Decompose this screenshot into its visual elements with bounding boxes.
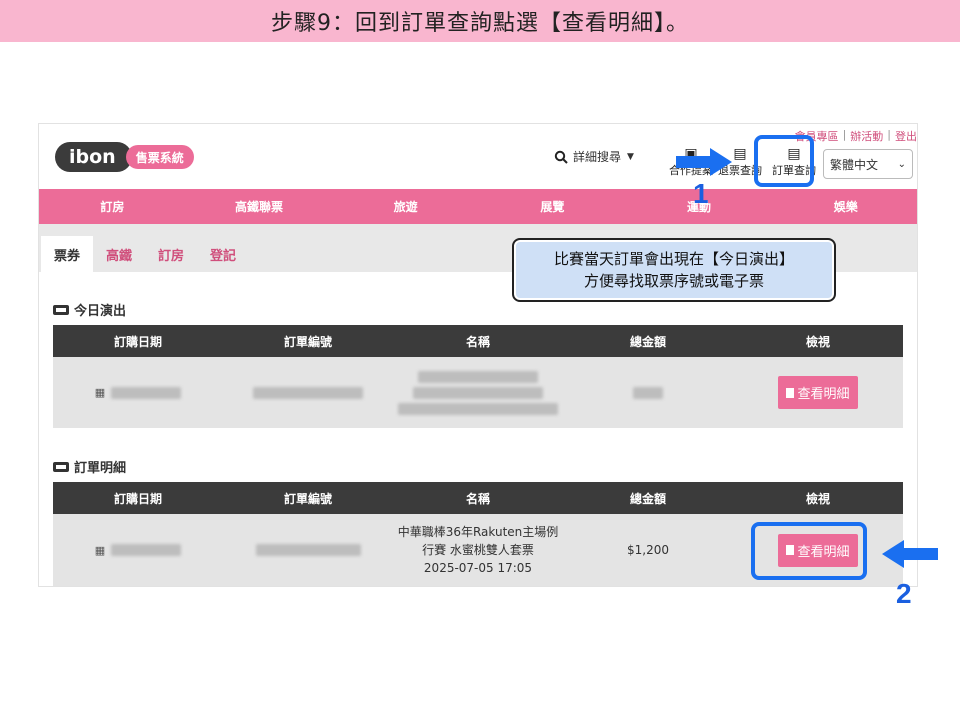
caret-down-icon: ▼ [627, 151, 634, 162]
step-number-1: 1 [693, 178, 709, 209]
document-icon [786, 387, 795, 398]
nav-hsr-combo[interactable]: 高鐵聯票 [186, 198, 333, 215]
col-order-number: 訂單編號 [283, 334, 332, 349]
order-tabs: 票券 高鐵 訂房 登記 [41, 236, 249, 272]
logo-wordmark: ibon [55, 142, 132, 172]
ibon-screenshot: ibon 售票系統 詳細搜尋 ▼ 會員專區| 辦活動| 登出 ▣ 合作提案 [38, 123, 918, 587]
col-order-date: 訂購日期 [113, 334, 162, 349]
today-section-title: 今日演出 [53, 300, 126, 319]
view-details-highlight [751, 522, 867, 580]
order-date-cell: ▦ [53, 544, 223, 557]
language-select[interactable]: 繁體中文 ⌄ [823, 149, 913, 179]
col-view: 檢視 [805, 334, 830, 349]
nav-hotel[interactable]: 訂房 [39, 198, 186, 215]
col-order-date: 訂購日期 [113, 491, 162, 506]
calendar-icon: ▦ [94, 386, 106, 399]
today-view-cell: 查看明細 [733, 376, 903, 409]
ibon-logo[interactable]: ibon 售票系統 [55, 142, 194, 172]
order-number-cell [223, 544, 393, 556]
main-nav: 訂房 高鐵聯票 旅遊 展覽 運動 娛樂 [39, 189, 917, 224]
today-view-details-button[interactable]: 查看明細 [778, 376, 858, 409]
today-order-number-cell [223, 386, 393, 399]
tab-register[interactable]: 登記 [197, 236, 249, 272]
logout-link[interactable]: 登出 [895, 128, 917, 144]
today-table-header: 訂購日期 訂單編號 名稱 總金額 檢視 [53, 325, 903, 357]
col-name: 名稱 [465, 334, 490, 349]
tip-callout: 比賽當天訂單會出現在【今日演出】 方便尋找取票序號或電子票 [512, 238, 836, 302]
orders-table-header: 訂購日期 訂單編號 名稱 總金額 檢視 [53, 482, 903, 514]
nav-exhibition[interactable]: 展覽 [479, 198, 626, 215]
col-name: 名稱 [465, 491, 490, 506]
nav-travel[interactable]: 旅遊 [332, 198, 479, 215]
col-order-number: 訂單編號 [283, 491, 332, 506]
step-title-banner: 步驟9：回到訂單查詢點選【查看明細】。 [0, 0, 960, 42]
nav-entertainment[interactable]: 娛樂 [772, 198, 917, 215]
chevron-down-icon: ⌄ [897, 158, 906, 170]
tab-hotel[interactable]: 訂房 [145, 236, 197, 272]
calendar-icon: ▦ [94, 543, 106, 557]
advanced-search-toggle[interactable]: 詳細搜尋 ▼ [554, 148, 634, 165]
receipt-icon: ▤ [733, 146, 747, 162]
step-title: 步驟9：回到訂單查詢點選【查看明細】。 [271, 11, 689, 36]
today-table-row: ▦ 查看明細 [53, 357, 903, 428]
orders-section-title: 訂單明細 [53, 457, 126, 476]
col-total: 總金額 [629, 334, 666, 349]
tutorial-slide: 步驟9：回到訂單查詢點選【查看明細】。 ibon 售票系統 詳細搜尋 ▼ 會員專… [0, 0, 960, 720]
arrow-right-icon [676, 148, 732, 176]
col-total: 總金額 [629, 491, 666, 506]
ticket-icon [53, 461, 69, 472]
col-view: 檢視 [805, 491, 830, 506]
tab-hsr[interactable]: 高鐵 [93, 236, 145, 272]
order-total-cell: $1,200 [627, 543, 669, 557]
today-total-cell [563, 386, 733, 399]
today-order-date-cell: ▦ [53, 386, 223, 399]
arrow-left-icon [882, 540, 938, 568]
order-query-highlight [754, 135, 814, 187]
step-number-2: 2 [896, 578, 912, 609]
search-label: 詳細搜尋 [573, 150, 622, 164]
logo-tag: 售票系統 [125, 145, 194, 169]
order-name-cell: 中華職棒36年Rakuten主場例 行賽 水蜜桃雙人套票 2025-07-05 … [397, 525, 559, 575]
host-event-link[interactable]: 辦活動 [850, 128, 883, 144]
today-name-cell [393, 370, 563, 415]
ticket-icon [53, 304, 69, 315]
tab-tickets[interactable]: 票券 [41, 236, 94, 272]
search-icon [554, 150, 568, 164]
